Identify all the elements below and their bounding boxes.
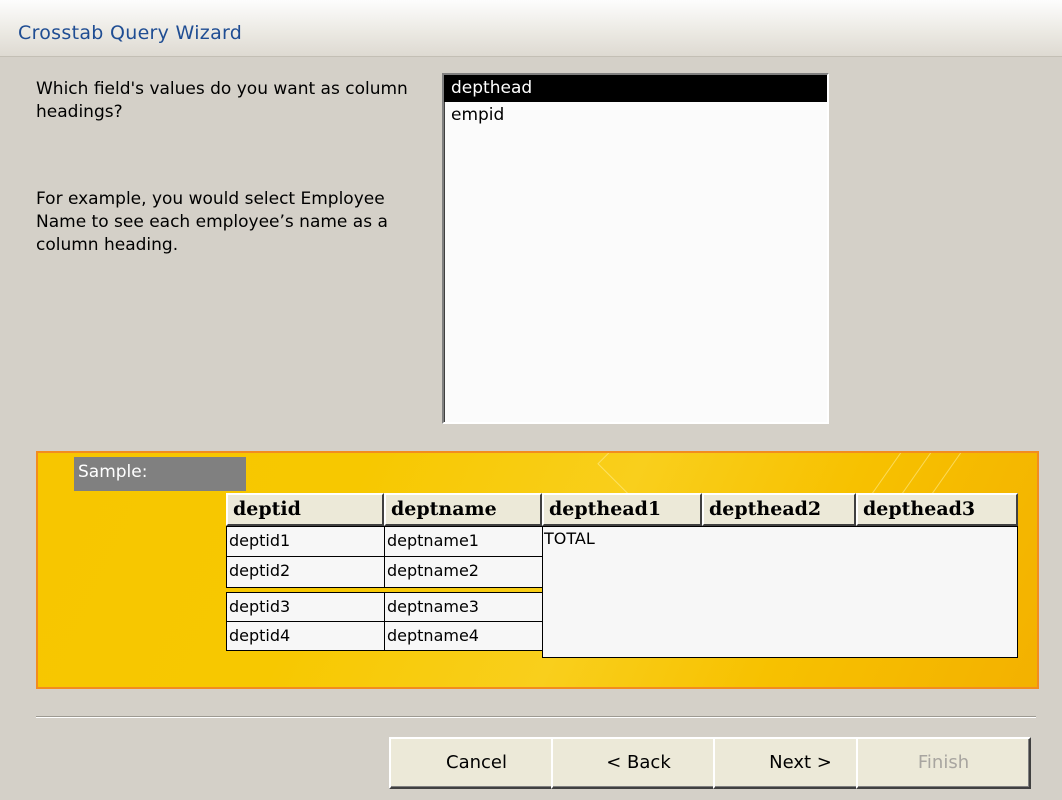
column-header: deptname — [384, 493, 542, 526]
field-list[interactable]: depthead empid — [442, 73, 829, 424]
prompt-question: Which field's values do you want as colu… — [36, 79, 408, 122]
sample-cell: deptid4 — [226, 621, 385, 651]
column-header: depthead3 — [856, 493, 1018, 526]
sample-label: Sample: — [74, 457, 246, 491]
sample-cell: deptid2 — [226, 556, 385, 588]
field-list-item[interactable]: empid — [444, 102, 827, 129]
cancel-button[interactable]: Cancel — [389, 737, 564, 789]
back-button[interactable]: < Back — [551, 737, 726, 789]
crosstab-values-area — [542, 526, 1018, 658]
sample-cell: deptid3 — [226, 592, 385, 622]
sample-panel: Sample: deptid deptname depthead1 depthe… — [36, 451, 1039, 689]
window-title: Crosstab Query Wizard — [18, 22, 243, 44]
sample-cell: deptname1 — [384, 526, 543, 557]
sample-cell: deptname4 — [384, 621, 543, 651]
column-header: depthead1 — [542, 493, 702, 526]
divider — [36, 717, 1036, 718]
sample-cell: deptid1 — [226, 526, 385, 557]
prompt-example: For example, you would select Employee N… — [36, 189, 388, 255]
finish-button[interactable]: Finish — [856, 737, 1031, 789]
title-bar: Crosstab Query Wizard — [0, 0, 1062, 57]
sample-cell: deptname2 — [384, 556, 543, 588]
column-header: depthead2 — [702, 493, 856, 526]
panel-decoration — [598, 453, 649, 464]
column-header: deptid — [226, 493, 384, 526]
sample-cell: deptname3 — [384, 592, 543, 622]
field-list-item[interactable]: depthead — [444, 75, 827, 102]
total-cell: TOTAL — [544, 529, 595, 548]
